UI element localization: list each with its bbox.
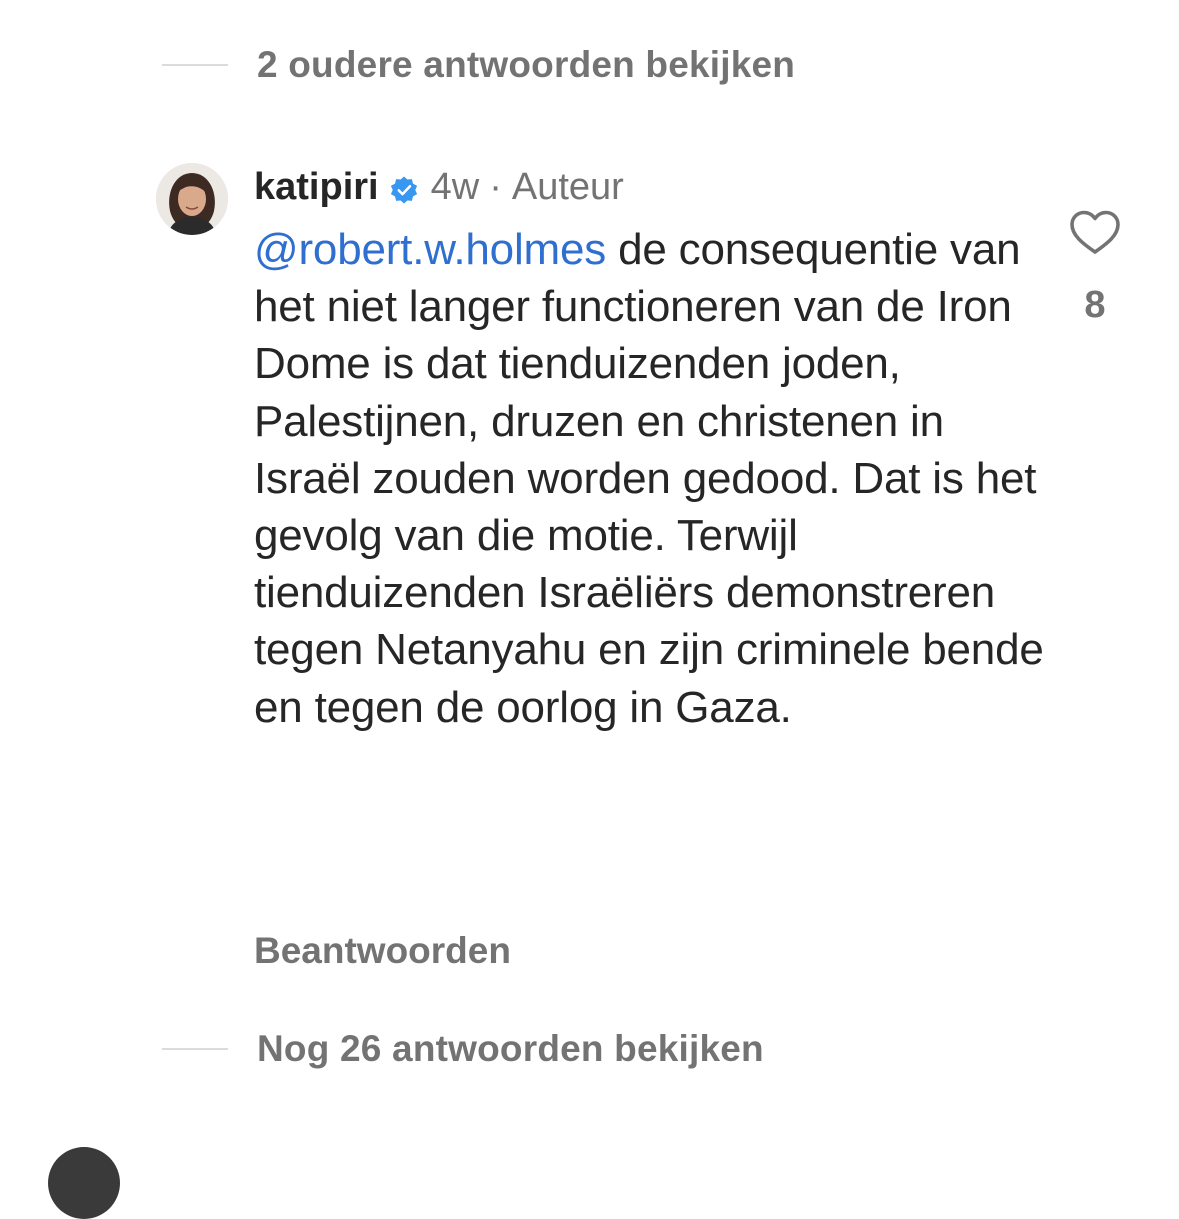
comment-message: de consequentie van het niet langer func… — [254, 225, 1044, 732]
like-count: 8 — [1084, 284, 1106, 326]
thread-line — [162, 1048, 228, 1050]
view-more-replies-button[interactable]: Nog 26 antwoorden bekijken — [162, 1028, 764, 1070]
avatar[interactable] — [156, 163, 228, 235]
reply-button[interactable]: Beantwoorden — [254, 930, 511, 972]
view-older-replies-button[interactable]: 2 oudere antwoorden bekijken — [162, 44, 795, 86]
next-comment-avatar[interactable] — [48, 1147, 120, 1219]
comment-text: @robert.w.holmes de consequentie van het… — [254, 221, 1044, 736]
author-label: Auteur — [511, 165, 624, 208]
verified-badge-icon — [389, 172, 419, 204]
mention-link[interactable]: @robert.w.holmes — [254, 225, 606, 274]
comment-timestamp: 4w — [430, 165, 480, 208]
comment-header: katipiri 4w · Auteur — [254, 163, 624, 211]
view-older-replies-label: 2 oudere antwoorden bekijken — [257, 44, 796, 85]
view-more-replies-label: Nog 26 antwoorden bekijken — [257, 1028, 764, 1069]
heart-outline-icon[interactable] — [1068, 208, 1122, 258]
thread-line — [162, 64, 228, 66]
separator-dot: · — [489, 165, 502, 208]
username[interactable]: katipiri — [254, 166, 379, 209]
